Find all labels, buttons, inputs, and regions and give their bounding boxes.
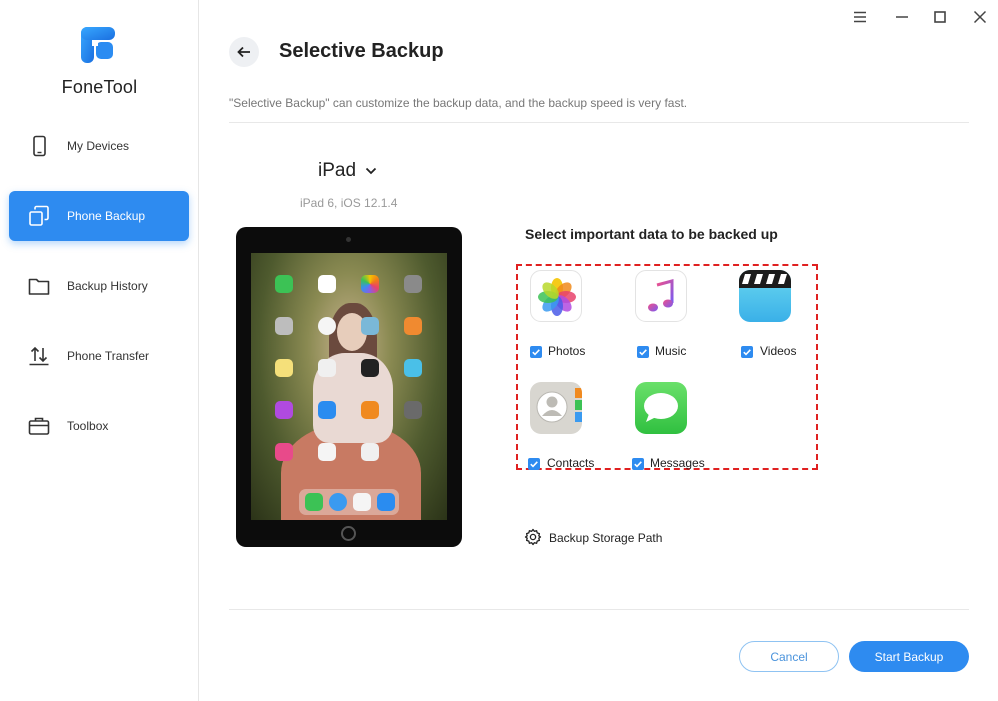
sidebar-item-toolbox[interactable]: Toolbox (9, 401, 189, 451)
contacts-icon (530, 382, 582, 434)
back-button[interactable] (229, 37, 259, 67)
page-title: Selective Backup (279, 40, 444, 62)
photos-label: Photos (548, 344, 586, 358)
ipad-illustration (236, 227, 462, 547)
music-icon (635, 270, 687, 322)
close-icon[interactable] (971, 8, 989, 26)
divider (229, 122, 969, 123)
photos-checkbox[interactable] (530, 346, 542, 358)
messages-checkbox[interactable] (632, 458, 644, 470)
videos-checkbox[interactable] (741, 346, 753, 358)
menu-icon[interactable] (851, 8, 869, 26)
sidebar-item-label: Backup History (67, 279, 148, 293)
cancel-button[interactable]: Cancel (739, 641, 839, 672)
folder-icon (28, 278, 50, 295)
sidebar: FoneTool My Devices Phone Backup Backup … (0, 0, 199, 701)
contacts-checkbox[interactable] (528, 458, 540, 470)
videos-icon (739, 270, 791, 322)
backup-storage-path-link[interactable]: Backup Storage Path (524, 528, 694, 548)
page-description: "Selective Backup" can customize the bac… (229, 96, 688, 110)
divider (229, 609, 969, 610)
start-backup-button[interactable]: Start Backup (849, 641, 969, 672)
home-button (341, 526, 356, 541)
chevron-down-icon[interactable] (364, 164, 378, 178)
arrow-left-icon (237, 46, 250, 58)
minimize-icon[interactable] (893, 8, 911, 26)
toolbox-icon (28, 417, 50, 435)
sidebar-item-label: My Devices (67, 139, 130, 153)
gear-icon (524, 528, 542, 546)
transfer-icon (29, 346, 49, 366)
sidebar-item-my-devices[interactable]: My Devices (9, 121, 189, 171)
selection-title: Select important data to be backed up (525, 226, 778, 242)
ipad-screen (251, 253, 447, 520)
photos-icon (530, 270, 582, 322)
music-checkbox[interactable] (637, 346, 649, 358)
messages-icon (635, 382, 687, 434)
device-name[interactable]: iPad (318, 160, 356, 182)
fonetool-logo (81, 27, 115, 63)
sidebar-item-phone-transfer[interactable]: Phone Transfer (9, 331, 189, 381)
phone-icon (33, 135, 46, 157)
sidebar-item-label: Toolbox (67, 419, 109, 433)
sidebar-item-backup-history[interactable]: Backup History (9, 261, 189, 311)
music-label: Music (655, 344, 687, 358)
videos-label: Videos (760, 344, 797, 358)
storage-path-label: Backup Storage Path (549, 531, 663, 545)
maximize-icon[interactable] (931, 8, 949, 26)
backup-icon (29, 205, 49, 226)
messages-label: Messages (650, 456, 705, 470)
sidebar-item-label: Phone Transfer (67, 349, 150, 363)
sidebar-item-phone-backup[interactable]: Phone Backup (9, 191, 189, 241)
app-name: FoneTool (61, 77, 138, 97)
device-info: iPad 6, iOS 12.1.4 (300, 196, 398, 210)
sidebar-item-label: Phone Backup (67, 209, 146, 223)
camera-dot (346, 237, 351, 242)
contacts-label: Contacts (547, 456, 595, 470)
